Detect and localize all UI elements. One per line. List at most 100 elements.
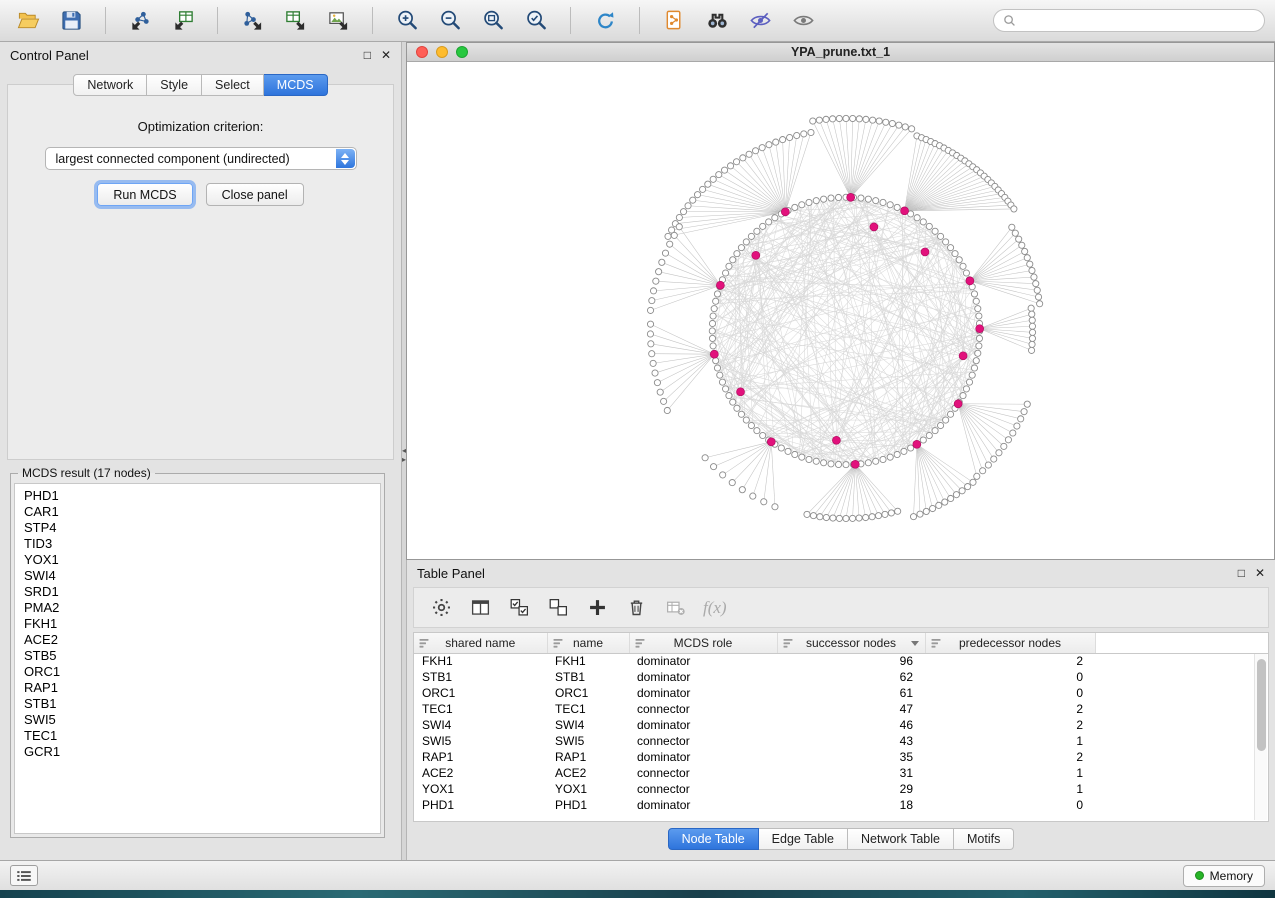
mcds-result-item[interactable]: SWI4: [24, 568, 371, 584]
select-all-button[interactable]: [508, 597, 530, 619]
export-image-button[interactable]: [320, 6, 356, 36]
open-session-button[interactable]: [10, 6, 46, 36]
delete-column-button[interactable]: [625, 597, 647, 619]
float-panel-icon[interactable]: □: [364, 49, 371, 61]
table-row[interactable]: STB1STB1dominator620: [414, 669, 1268, 685]
mcds-result-item[interactable]: STB1: [24, 696, 371, 712]
memory-button[interactable]: Memory: [1183, 865, 1265, 887]
show-graphics-button[interactable]: [785, 6, 821, 36]
tab-motifs[interactable]: Motifs: [954, 828, 1014, 850]
tab-network-table[interactable]: Network Table: [848, 828, 954, 850]
table-cell: connector: [629, 733, 777, 749]
close-table-panel-icon[interactable]: ✕: [1255, 567, 1265, 579]
mcds-result-item[interactable]: STP4: [24, 520, 371, 536]
search-box[interactable]: [993, 9, 1265, 32]
refresh-layout-button[interactable]: [587, 6, 623, 36]
column-header-shared-name[interactable]: shared name: [414, 633, 547, 653]
table-cell: ORC1: [547, 685, 629, 701]
binoculars-icon: [706, 9, 729, 32]
column-header-name[interactable]: name: [547, 633, 629, 653]
table-row[interactable]: FKH1FKH1dominator962: [414, 653, 1268, 669]
clone-network-button[interactable]: [656, 6, 692, 36]
network-view-canvas[interactable]: [407, 62, 1274, 559]
table-cell: ACE2: [414, 765, 547, 781]
zoom-in-button[interactable]: [389, 6, 425, 36]
table-cell-filler: [1095, 653, 1268, 669]
table-settings-button[interactable]: [430, 597, 452, 619]
run-mcds-button[interactable]: Run MCDS: [97, 183, 192, 206]
export-table-button[interactable]: [277, 6, 313, 36]
tab-network[interactable]: Network: [73, 74, 147, 96]
mcds-result-item[interactable]: STB5: [24, 648, 371, 664]
mcds-result-item[interactable]: TEC1: [24, 728, 371, 744]
tab-mcds[interactable]: MCDS: [264, 74, 328, 96]
column-header-mcds-role[interactable]: MCDS role: [629, 633, 777, 653]
zoom-fit-icon: [482, 9, 505, 32]
table-cell: 35: [777, 749, 925, 765]
table-cell-filler: [1095, 733, 1268, 749]
save-session-button[interactable]: [53, 6, 89, 36]
tab-node-table[interactable]: Node Table: [668, 828, 759, 850]
mcds-result-item[interactable]: ACE2: [24, 632, 371, 648]
table-scrollbar[interactable]: [1254, 654, 1267, 820]
table-cell: 96: [777, 653, 925, 669]
table-row[interactable]: SWI4SWI4dominator462: [414, 717, 1268, 733]
table-cell: SWI5: [547, 733, 629, 749]
minimize-window-icon[interactable]: [436, 46, 448, 58]
mcds-result-item[interactable]: CAR1: [24, 504, 371, 520]
mcds-result-item[interactable]: FKH1: [24, 616, 371, 632]
mcds-result-item[interactable]: YOX1: [24, 552, 371, 568]
column-header-successor-nodes[interactable]: successor nodes: [777, 633, 925, 653]
mcds-result-item[interactable]: SWI5: [24, 712, 371, 728]
mcds-result-item[interactable]: ORC1: [24, 664, 371, 680]
table-cell: YOX1: [414, 781, 547, 797]
add-column-button[interactable]: [586, 597, 608, 619]
search-input[interactable]: [1021, 14, 1255, 28]
import-network-button[interactable]: [122, 6, 158, 36]
zoom-selected-button[interactable]: [518, 6, 554, 36]
import-table-button[interactable]: [165, 6, 201, 36]
tab-style[interactable]: Style: [147, 74, 202, 96]
table-cell: 2: [925, 749, 1095, 765]
table-cell-filler: [1095, 717, 1268, 733]
search-objects-button[interactable]: [699, 6, 735, 36]
table-row[interactable]: YOX1YOX1connector291: [414, 781, 1268, 797]
mcds-result-item[interactable]: PHD1: [24, 488, 371, 504]
tab-edge-table[interactable]: Edge Table: [759, 828, 848, 850]
tab-select[interactable]: Select: [202, 74, 264, 96]
float-table-panel-icon[interactable]: □: [1238, 567, 1245, 579]
table-row[interactable]: ORC1ORC1dominator610: [414, 685, 1268, 701]
column-chooser-button[interactable]: [469, 597, 491, 619]
scrollbar-thumb[interactable]: [1257, 659, 1266, 751]
sort-chevron-icon[interactable]: [911, 641, 919, 646]
close-panel-icon[interactable]: ✕: [381, 49, 391, 61]
list-icon: [16, 870, 32, 882]
export-network-button[interactable]: [234, 6, 270, 36]
panel-menu-button[interactable]: [10, 865, 38, 886]
table-row[interactable]: PHD1PHD1dominator180: [414, 797, 1268, 813]
table-row[interactable]: RAP1RAP1dominator352: [414, 749, 1268, 765]
mcds-result-item[interactable]: SRD1: [24, 584, 371, 600]
table-cell: PHD1: [547, 797, 629, 813]
hide-graphics-button[interactable]: [742, 6, 778, 36]
table-cell: 62: [777, 669, 925, 685]
maximize-window-icon[interactable]: [456, 46, 468, 58]
table-row[interactable]: TEC1TEC1connector472: [414, 701, 1268, 717]
table-cell: 1: [925, 781, 1095, 797]
column-header-predecessor-nodes[interactable]: predecessor nodes: [925, 633, 1095, 653]
table-row[interactable]: ACE2ACE2connector311: [414, 765, 1268, 781]
mcds-result-item[interactable]: TID3: [24, 536, 371, 552]
deselect-all-button[interactable]: [547, 597, 569, 619]
zoom-out-button[interactable]: [432, 6, 468, 36]
mcds-result-list[interactable]: PHD1CAR1STP4TID3YOX1SWI4SRD1PMA2FKH1ACE2…: [14, 483, 381, 834]
mcds-result-item[interactable]: RAP1: [24, 680, 371, 696]
zoom-fit-button[interactable]: [475, 6, 511, 36]
table-panel-title: Table Panel: [417, 566, 485, 581]
mcds-result-item[interactable]: GCR1: [24, 744, 371, 760]
mcds-result-item[interactable]: PMA2: [24, 600, 371, 616]
table-cell: dominator: [629, 749, 777, 765]
criterion-select[interactable]: largest connected component (undirected): [45, 147, 357, 170]
close-mcds-panel-button[interactable]: Close panel: [206, 183, 304, 206]
close-window-icon[interactable]: [416, 46, 428, 58]
table-row[interactable]: SWI5SWI5connector431: [414, 733, 1268, 749]
